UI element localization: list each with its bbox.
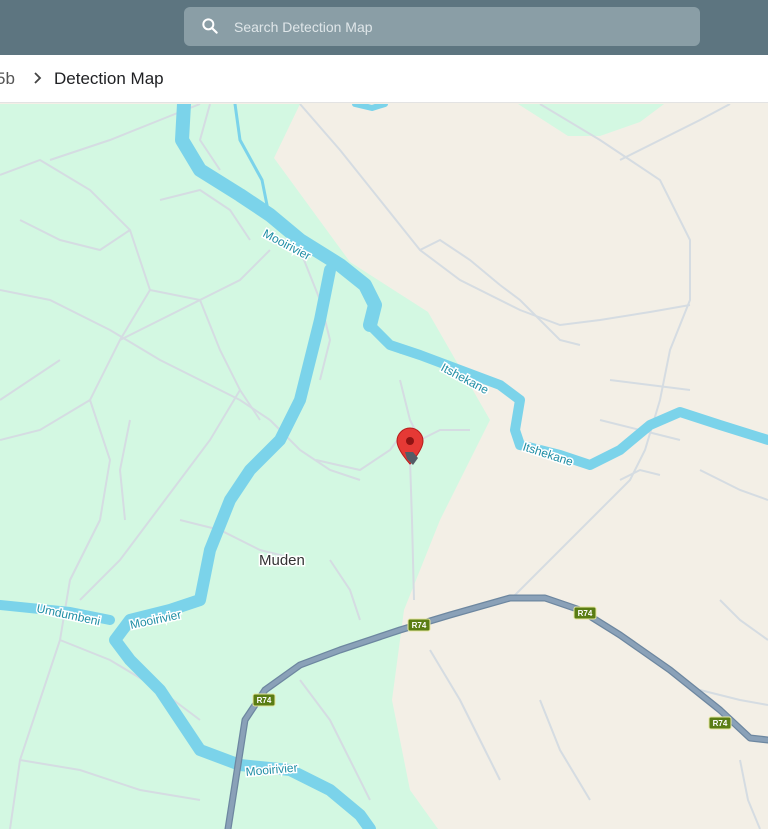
breadcrumb: 5b Detection Map <box>0 55 768 103</box>
map-canvas[interactable]: R74 R74 R74 R74 Mooirivier Itshekane Its… <box>0 104 768 829</box>
chevron-right-icon <box>34 72 42 84</box>
search-icon[interactable] <box>200 16 220 36</box>
road-shield-r74-4: R74 <box>708 716 732 730</box>
road-shield-label: R74 <box>578 609 593 618</box>
road-shield-r74-3: R74 <box>252 693 276 707</box>
town-label: Muden <box>259 552 305 569</box>
map-layer: R74 R74 R74 R74 Mooirivier Itshekane Its… <box>0 104 768 829</box>
road-shield-r74-2: R74 <box>573 606 597 620</box>
road-shield-label: R74 <box>713 719 728 728</box>
top-bar <box>0 0 768 55</box>
road-shield-label: R74 <box>412 621 427 630</box>
breadcrumb-previous[interactable]: 5b <box>0 69 15 89</box>
search-bar[interactable] <box>184 7 700 46</box>
breadcrumb-current: Detection Map <box>54 69 164 88</box>
search-input[interactable] <box>234 7 684 46</box>
road-shield-r74-1: R74 <box>407 618 431 632</box>
road-shield-label: R74 <box>257 696 272 705</box>
